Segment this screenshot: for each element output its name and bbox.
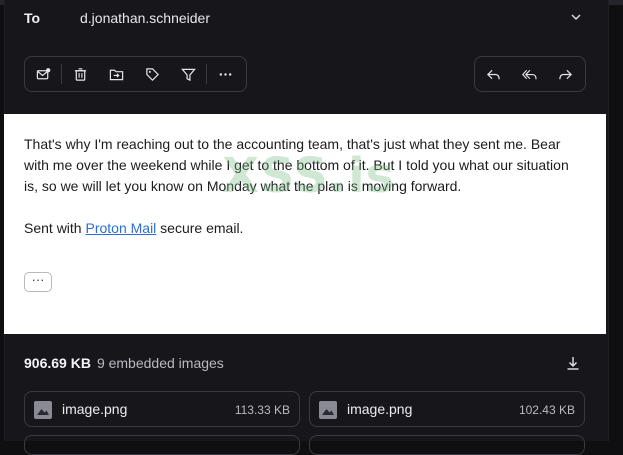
attachment-name: image.png (62, 401, 128, 417)
forward-button[interactable] (547, 57, 583, 91)
filter-icon (180, 68, 196, 81)
attachment-size: 102.43 KB (518, 403, 575, 417)
show-quoted-button[interactable]: ··· (24, 272, 52, 292)
tag-icon (145, 67, 159, 81)
to-label: To (24, 10, 41, 26)
label-button[interactable] (134, 57, 170, 91)
download-icon[interactable] (565, 355, 581, 371)
attachment-item[interactable]: image.png 113.33 KB (24, 391, 300, 427)
proton-mail-link[interactable]: Proton Mail (85, 220, 156, 236)
trash-icon (74, 67, 86, 81)
more-actions-button[interactable] (207, 57, 243, 91)
message-body: That's why I'm reaching out to the accou… (4, 114, 606, 334)
attachment-name: image.png (347, 401, 413, 417)
image-file-icon (34, 401, 52, 419)
chevron-down-icon[interactable] (569, 10, 583, 24)
recipient-row[interactable]: To d.jonathan.schneider (4, 0, 607, 36)
trash-button[interactable] (62, 57, 98, 91)
attachments-header: 906.69 KB 9 embedded images (24, 355, 224, 375)
recipient-address[interactable]: d.jonathan.schneider (80, 10, 210, 26)
envelope-dot-icon (36, 67, 50, 79)
reply-button[interactable] (475, 57, 511, 91)
message-actions-toolbar (24, 56, 247, 92)
attachment-item-partial[interactable] (309, 435, 585, 455)
reply-icon (486, 69, 500, 79)
ellipsis-icon (219, 72, 231, 76)
mark-unread-button[interactable] (25, 57, 61, 91)
attachment-size: 113.33 KB (234, 403, 290, 417)
move-to-folder-button[interactable] (98, 57, 134, 91)
attachments-total-size: 906.69 KB (24, 355, 91, 371)
attachment-item-partial[interactable] (24, 435, 300, 455)
attachments-count: 9 embedded images (96, 355, 224, 371)
reply-all-icon (521, 69, 537, 79)
reply-all-button[interactable] (511, 57, 547, 91)
filter-button[interactable] (170, 57, 206, 91)
reply-toolbar (474, 56, 586, 92)
image-file-icon (319, 401, 337, 419)
forward-icon (558, 69, 572, 79)
attachment-item[interactable]: image.png 102.43 KB (309, 391, 585, 427)
signature: Sent with Proton Mail secure email. (24, 220, 244, 236)
folder-move-icon (109, 69, 123, 80)
watermark: XSS.is (222, 148, 396, 204)
